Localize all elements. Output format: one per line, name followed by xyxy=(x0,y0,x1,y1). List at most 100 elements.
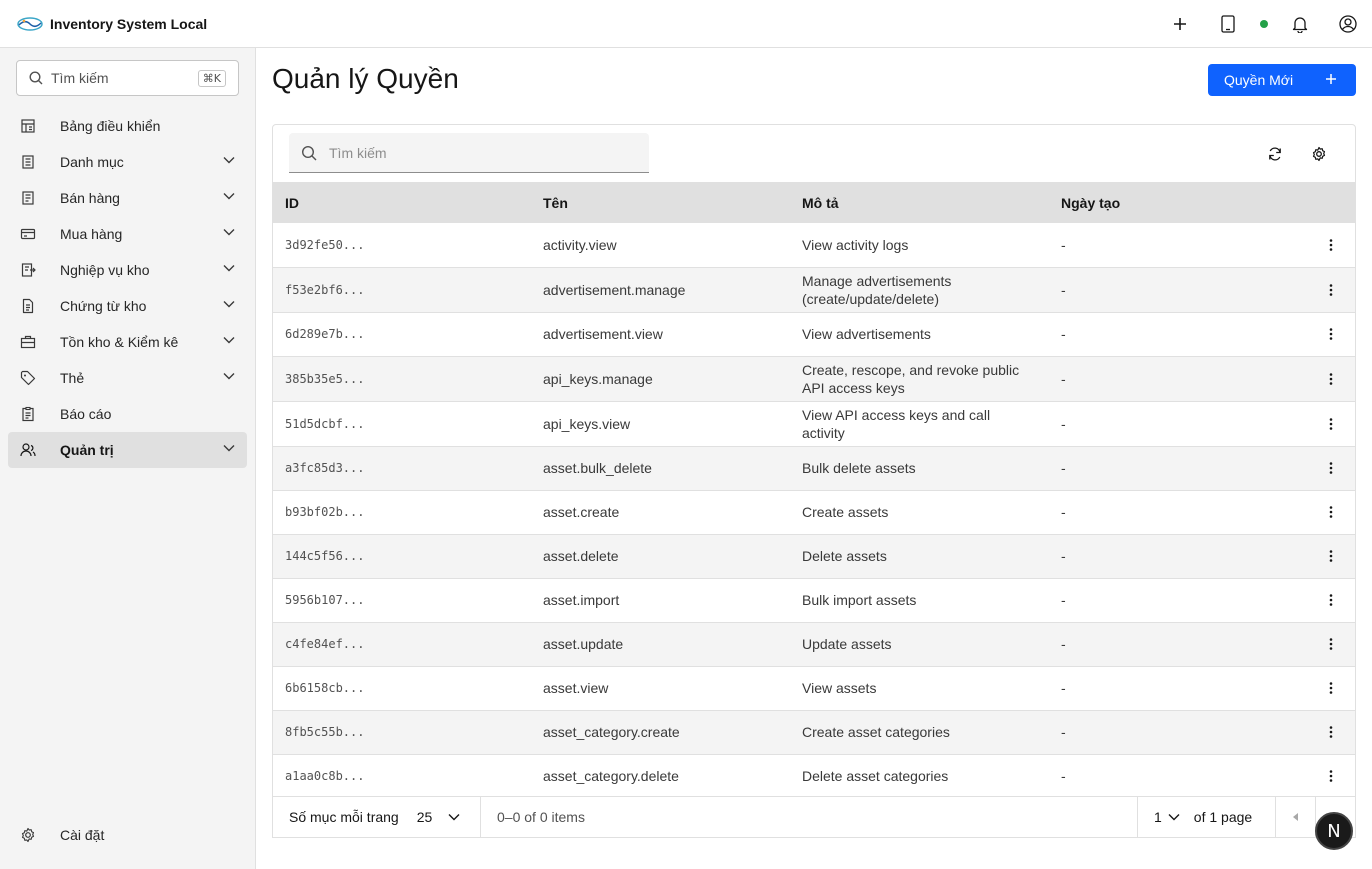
table-row[interactable]: 6d289e7b... advertisement.view View advert… xyxy=(273,312,1355,357)
table-row[interactable]: 3d92fe50... activity.view View activity lo… xyxy=(273,223,1355,268)
cell-id: 3d92fe50... xyxy=(273,223,531,268)
status-dot xyxy=(1260,20,1268,28)
dev-tools-badge[interactable]: N xyxy=(1315,812,1353,850)
overflow-menu-icon xyxy=(1329,550,1333,562)
user-menu-button[interactable] xyxy=(1324,0,1372,48)
table-row[interactable]: 51d5dcbf... api_keys.view View API access … xyxy=(273,401,1355,447)
chevron-down-icon[interactable] xyxy=(223,228,235,236)
document-icon xyxy=(22,298,34,314)
sidebar-search[interactable]: Tìm kiếm ⌘K xyxy=(16,60,239,96)
new-permission-button[interactable]: Quyền Mới xyxy=(1208,64,1356,96)
column-header-created[interactable]: Ngày tạo xyxy=(1049,183,1306,223)
overflow-menu-icon xyxy=(1329,682,1333,694)
chevron-down-icon[interactable] xyxy=(223,156,235,164)
search-icon xyxy=(29,71,43,85)
app-title: Inventory System Local xyxy=(50,15,208,32)
chevron-down-icon xyxy=(1168,814,1180,821)
notification-button[interactable] xyxy=(1276,0,1324,48)
chevron-down-icon[interactable] xyxy=(223,372,235,380)
cell-created: - xyxy=(1049,356,1306,402)
column-header-id[interactable]: ID xyxy=(273,183,531,223)
overflow-menu-icon xyxy=(1329,328,1333,340)
row-overflow-menu[interactable] xyxy=(1306,710,1355,755)
table-row[interactable]: 144c5f56... asset.delete Delete assets - xyxy=(273,534,1355,579)
overflow-menu-icon xyxy=(1329,638,1333,650)
chevron-down-icon[interactable] xyxy=(223,264,235,272)
total-pages: of 1 page xyxy=(1193,809,1253,825)
sidebar-item-admin[interactable]: Quản trị xyxy=(8,432,247,468)
chevron-down-icon[interactable] xyxy=(223,336,235,344)
chevron-down-icon[interactable] xyxy=(223,444,235,452)
cell-id: 6b6158cb... xyxy=(273,666,531,711)
overflow-menu-icon xyxy=(1329,594,1333,606)
table-row[interactable]: f53e2bf6... advertisement.manage Manage ad… xyxy=(273,267,1355,313)
table-row[interactable]: 6b6158cb... asset.view View assets - xyxy=(273,666,1355,711)
new-permission-label: Quyền Mới xyxy=(1224,72,1294,88)
table-row[interactable]: c4fe84ef... asset.update Update assets - xyxy=(273,622,1355,667)
row-overflow-menu[interactable] xyxy=(1306,578,1355,623)
page-size-select[interactable]: 25 xyxy=(417,809,461,825)
cell-id: c4fe84ef... xyxy=(273,622,531,667)
page-size-value: 25 xyxy=(416,809,433,825)
row-overflow-menu[interactable] xyxy=(1306,312,1355,357)
tablet-button[interactable] xyxy=(1204,0,1252,48)
row-overflow-menu[interactable] xyxy=(1306,401,1355,447)
sidebar-item-settings[interactable]: Cài đặt xyxy=(8,817,247,853)
table-settings-button[interactable] xyxy=(1303,138,1335,170)
overflow-menu-icon xyxy=(1329,726,1333,738)
page-number-select[interactable]: 1 xyxy=(1154,809,1180,825)
sales-icon xyxy=(22,191,34,205)
sidebar-item-document[interactable]: Chứng từ kho xyxy=(8,288,247,324)
table-row[interactable]: b93bf02b... asset.create Create assets - xyxy=(273,490,1355,535)
cell-id: 51d5dcbf... xyxy=(273,401,531,447)
page-size-label: Số mục mỗi trang xyxy=(289,809,399,825)
row-overflow-menu[interactable] xyxy=(1306,622,1355,667)
table-row[interactable]: 5956b107... asset.import Bulk import asset… xyxy=(273,578,1355,623)
brand[interactable]: Inventory System Local xyxy=(0,15,207,33)
row-overflow-menu[interactable] xyxy=(1306,754,1355,799)
cell-description: Delete assets xyxy=(790,534,1049,579)
add-button[interactable] xyxy=(1156,0,1204,48)
row-overflow-menu[interactable] xyxy=(1306,490,1355,535)
sidebar-item-sales[interactable]: Bán hàng xyxy=(8,180,247,216)
row-overflow-menu[interactable] xyxy=(1306,534,1355,579)
row-overflow-menu[interactable] xyxy=(1306,666,1355,711)
sidebar-item-report[interactable]: Báo cáo xyxy=(8,396,247,432)
refresh-button[interactable] xyxy=(1259,138,1291,170)
row-overflow-menu[interactable] xyxy=(1306,223,1355,268)
sidebar-item-warehouse-ops[interactable]: Nghiệp vụ kho xyxy=(8,252,247,288)
cell-created: - xyxy=(1049,578,1306,623)
sidebar-item-label: Chứng từ kho xyxy=(60,298,147,314)
sidebar-item-dashboard[interactable]: Bảng điều khiển xyxy=(8,108,247,144)
page-select-section: 1 of 1 page xyxy=(1137,797,1275,837)
notification-icon xyxy=(1292,17,1308,33)
sidebar-item-purchase[interactable]: Mua hàng xyxy=(8,216,247,252)
table-row[interactable]: 8fb5c55b... asset_category.create Create a… xyxy=(273,710,1355,755)
overflow-menu-icon xyxy=(1329,770,1333,782)
cell-created: - xyxy=(1049,312,1306,357)
column-header-name[interactable]: Tên xyxy=(531,183,790,223)
row-overflow-menu[interactable] xyxy=(1306,446,1355,491)
plus-icon xyxy=(1326,74,1336,84)
overflow-menu-icon xyxy=(1329,372,1333,385)
cell-description: Update assets xyxy=(790,622,1049,667)
previous-page-button[interactable] xyxy=(1275,797,1315,837)
chevron-down-icon[interactable] xyxy=(223,300,235,308)
cell-description: Bulk import assets xyxy=(790,578,1049,623)
sidebar-item-inventory[interactable]: Tồn kho & Kiểm kê xyxy=(8,324,247,360)
table-row[interactable]: 385b35e5... api_keys.manage Create, rescop… xyxy=(273,356,1355,402)
column-header-description[interactable]: Mô tả xyxy=(790,183,1049,223)
cell-name: advertisement.view xyxy=(531,312,790,357)
sidebar-item-tag[interactable]: Thẻ xyxy=(8,360,247,396)
purchase-icon xyxy=(20,228,36,240)
dashboard-icon xyxy=(21,119,35,133)
pagination: Số mục mỗi trang 25 0–0 of 0 items 1 of … xyxy=(272,796,1356,838)
chevron-down-icon[interactable] xyxy=(223,192,235,200)
table-row[interactable]: a3fc85d3... asset.bulk_delete Bulk delete … xyxy=(273,446,1355,491)
table-search-input[interactable]: Tìm kiếm xyxy=(289,133,649,173)
row-overflow-menu[interactable] xyxy=(1306,356,1355,402)
row-overflow-menu[interactable] xyxy=(1306,267,1355,313)
sidebar-item-catalog[interactable]: Danh mục xyxy=(8,144,247,180)
status-indicator xyxy=(1252,0,1276,48)
table-row[interactable]: a1aa0c8b... asset_category.delete Delete a… xyxy=(273,754,1355,799)
